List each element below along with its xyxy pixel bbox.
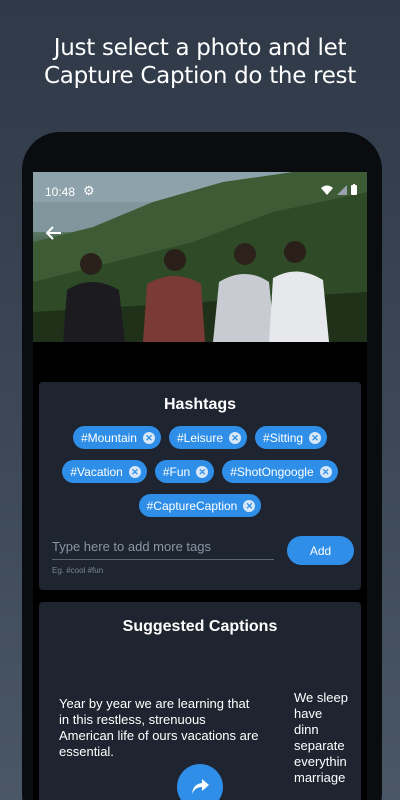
hashtags-card: Hashtags #Mountain ✕ #Leisure ✕ #Sitting ✕ … [39,382,361,590]
wifi-icon [321,185,333,195]
chip-label: #Sitting [263,430,304,445]
share-button[interactable] [177,764,223,800]
hashtag-chip[interactable]: #Mountain ✕ [72,426,161,449]
hashtag-chip[interactable]: #Fun ✕ [154,460,215,483]
share-arrow-icon [192,779,209,794]
caption-item[interactable]: We sleep have dinn separate everythin ma… [294,690,350,786]
promo-headline: Just select a photo and let Capture Capt… [0,34,400,90]
chip-label: #ShotOngoogle [230,464,314,479]
close-icon[interactable]: ✕ [309,431,322,444]
hashtag-chip[interactable]: #Vacation ✕ [62,460,147,483]
status-bar: 10:48 ⚙ [33,172,367,210]
chip-label: #Mountain [80,430,137,445]
chip-label: #Fun [162,464,191,479]
caption-item[interactable]: Year by year we are learning that in thi… [59,696,259,760]
hashtags-title: Hashtags [163,396,237,413]
add-tag-button[interactable]: Add [287,536,354,565]
tag-input-hint: Eg. #cool #fun [52,566,104,575]
hashtag-chip[interactable]: #Sitting ✕ [255,426,328,449]
close-icon[interactable]: ✕ [319,465,332,478]
status-icons [321,184,357,195]
tag-input[interactable] [52,534,274,560]
hashtag-chip[interactable]: #ShotOngoogle ✕ [222,460,338,483]
chip-label: #CaptureCaption [146,498,238,513]
chip-label: #Leisure [176,430,224,445]
close-icon[interactable]: ✕ [229,431,242,444]
close-icon[interactable]: ✕ [128,465,141,478]
promo-line-2: Capture Caption do the rest [44,63,356,89]
close-icon[interactable]: ✕ [142,431,155,444]
battery-icon [351,184,357,195]
status-time: 10:48 [45,185,76,199]
promo-line-1: Just select a photo and let [53,35,347,61]
captions-title: Suggested Captions [122,618,278,635]
hashtag-chip[interactable]: #CaptureCaption ✕ [138,494,262,517]
signal-icon [337,184,347,195]
back-button[interactable] [45,224,67,246]
close-icon[interactable]: ✕ [243,499,256,512]
suggested-captions-card: Suggested Captions Year by year we are l… [39,602,361,800]
selected-photo: 10:48 ⚙ [33,172,367,342]
chip-label: #Vacation [70,464,123,479]
hashtag-chip[interactable]: #Leisure ✕ [168,426,248,449]
gear-icon: ⚙ [83,183,95,198]
arrow-left-icon [45,226,61,240]
phone-screen: 10:48 ⚙ Hashtags #Mountain ✕ #Leisure ✕ #S… [33,172,367,800]
hashtag-chips: #Mountain ✕ #Leisure ✕ #Sitting ✕ #Vacation… [39,426,361,528]
close-icon[interactable]: ✕ [196,465,209,478]
tag-input-group: Eg. #cool #fun [52,534,274,575]
